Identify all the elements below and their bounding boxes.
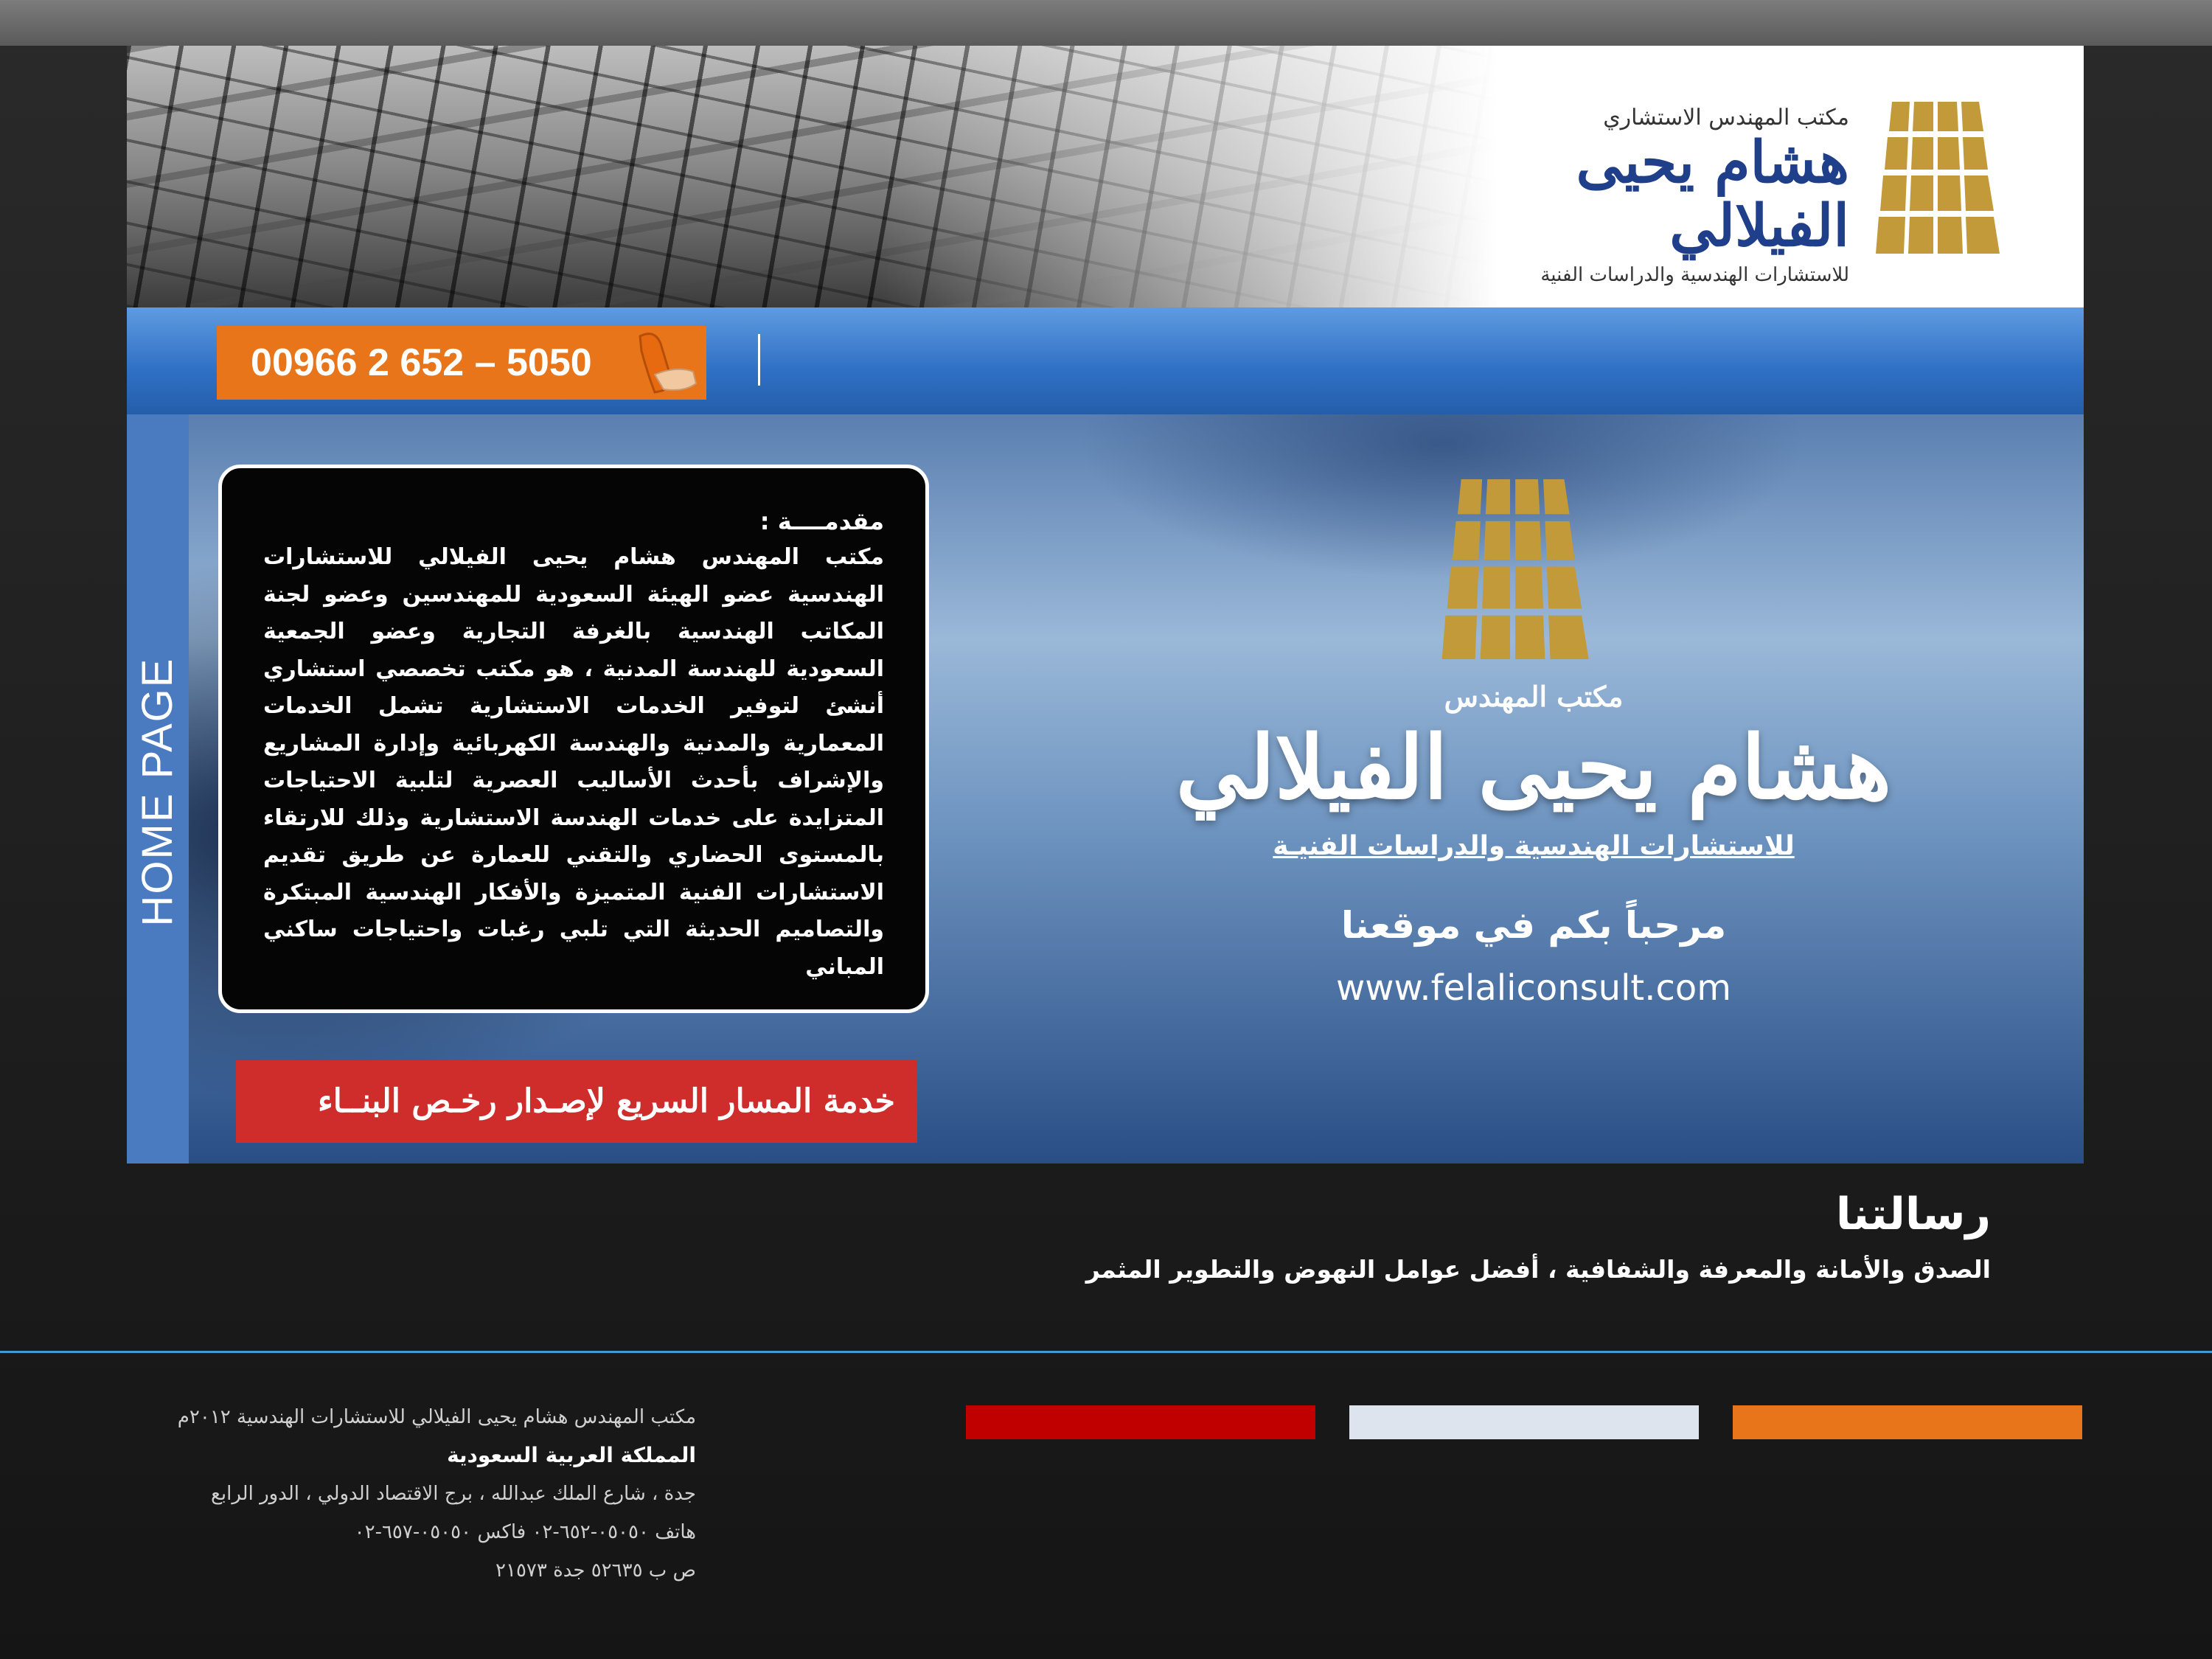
- phone-hand-icon: [639, 333, 698, 394]
- footer-contact: مكتب المهندس هشام يحيى الفيلالي للاستشار…: [136, 1398, 696, 1590]
- sidebar-home-label: HOME PAGE: [133, 657, 181, 927]
- hero-subtitle: للاستشارات الهندسية والدراسات الفنيـة: [1273, 830, 1795, 861]
- header-brand[interactable]: مكتب المهندس الاستشاري هشام يحيى الفيلال…: [1436, 105, 1849, 286]
- footer-bar-red: [966, 1405, 1315, 1439]
- nav-bar: 00966 2 652 – 5050: [127, 307, 2084, 414]
- mission-text: الصدق والأمانة والمعرفة والشفافية ، أفضل…: [1085, 1255, 1991, 1284]
- phone-number: 00966 2 652 – 5050: [251, 341, 592, 384]
- footer-phones: هاتف ٠٥٠٥٠-٦٥٢-٠٢ فاكس ٠٥٠٥٠-٦٥٧-٠٢: [354, 1521, 696, 1543]
- header-name: هشام يحيى الفيلالي: [1576, 129, 1849, 260]
- hero-logo-icon: [1441, 479, 1589, 659]
- footer-bar-light: [1349, 1405, 1699, 1439]
- top-bar: [0, 0, 2212, 46]
- hero-section: HOME PAGE مقدمــــة : مكتب المهندس هشام …: [127, 414, 2084, 1164]
- sidebar-home[interactable]: HOME PAGE: [127, 414, 189, 1164]
- page-frame: مكتب المهندس الاستشاري هشام يحيى الفيلال…: [127, 46, 2084, 1164]
- intro-body: مكتب المهندس هشام يحيى الفيلالي للاستشار…: [263, 544, 884, 980]
- header-small-title: مكتب المهندس الاستشاري: [1603, 105, 1849, 131]
- header-subtitle: للاستشارات الهندسية والدراسات الفنية: [1540, 263, 1849, 286]
- fast-track-button[interactable]: خدمة المسار السريع لإصـدار رخـص البنــاء: [236, 1060, 917, 1143]
- footer-country: المملكة العربية السعودية: [447, 1443, 696, 1467]
- footer-divider: [0, 1351, 2212, 1353]
- phone-banner[interactable]: 00966 2 652 – 5050: [217, 326, 706, 400]
- header-banner: مكتب المهندس الاستشاري هشام يحيى الفيلال…: [127, 46, 2084, 307]
- header-photo: [127, 46, 1498, 307]
- hero-welcome: مرحباً بكم في موقعنا: [1340, 903, 1727, 947]
- footer-pobox: ص ب ٥٢٦٣٥ جدة ٢١٥٧٣: [495, 1559, 696, 1582]
- intro-box: مقدمــــة : مكتب المهندس هشام يحيى الفيل…: [218, 465, 929, 1013]
- footer-copyright: مكتب المهندس هشام يحيى الفيلالي للاستشار…: [177, 1406, 696, 1428]
- nav-divider: [758, 334, 760, 386]
- mission-section: رسالتنا الصدق والأمانة والمعرفة والشفافي…: [811, 1189, 1991, 1284]
- hero-brand: مكتب المهندس هشام يحيى الفيلالي للاستشار…: [1100, 680, 1967, 1009]
- mission-title: رسالتنا: [1835, 1189, 1991, 1240]
- hero-small-title: مكتب المهندس: [1444, 680, 1624, 713]
- intro-title: مقدمــــة :: [759, 507, 884, 535]
- hero-url-link[interactable]: www.felaliconsult.com: [1100, 967, 1967, 1009]
- logo-grid-icon[interactable]: [1876, 102, 2031, 254]
- hero-name: هشام يحيى الفيلالي: [1175, 716, 1892, 818]
- footer-bar-orange: [1733, 1405, 2082, 1439]
- footer-address: جدة ، شارع الملك عبدالله ، برج الاقتصاد …: [211, 1483, 696, 1505]
